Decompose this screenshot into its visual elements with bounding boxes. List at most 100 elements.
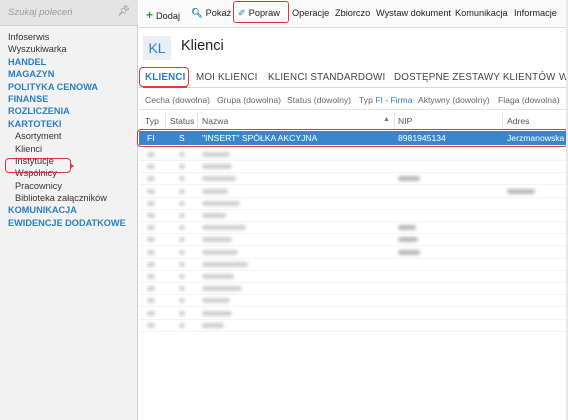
nav-item-kartoteki[interactable]: KARTOTEKI <box>8 118 136 130</box>
obscured-cell <box>147 310 155 316</box>
tab-klienci-standardowi[interactable]: KLIENCI STANDARDOWI <box>268 72 385 83</box>
table-row[interactable] <box>139 233 568 247</box>
obscured-cell <box>179 225 185 231</box>
toolbar: + Dodaj 🔍︎ Pokaż ✐ Popraw Operacje Zbiorczo… <box>139 0 568 28</box>
filter-cecha[interactable]: Cecha (dowolna) <box>145 95 210 105</box>
nav-item-polityka-cenowa[interactable]: POLITYKA CENOWA <box>8 81 136 93</box>
obscured-cell <box>179 152 185 157</box>
table-row[interactable] <box>139 197 568 210</box>
module-badge: KL <box>143 36 171 60</box>
table-row[interactable] <box>139 185 568 198</box>
nav-item-asortyment[interactable]: Asortyment <box>8 130 136 142</box>
nav-item-biblioteka-zalacznikow[interactable]: Biblioteka załączników <box>8 192 136 204</box>
nav-item-finanse[interactable]: FINANSE <box>8 93 136 105</box>
sidebar: Szukaj poleceń 📌︎ Infoserwis Wyszukiwark… <box>0 0 138 420</box>
filter-typ[interactable]: Typ FI - Firma <box>359 95 412 105</box>
communication-button[interactable]: Komunikacja <box>455 8 508 18</box>
table-row[interactable] <box>139 209 568 222</box>
nav-item-komunikacja[interactable]: KOMUNIKACJA <box>8 204 136 216</box>
obscured-cell <box>179 176 185 182</box>
row-highlight-callout <box>137 129 568 147</box>
obscured-cell <box>202 176 236 182</box>
table-row[interactable] <box>139 172 568 186</box>
obscured-cell <box>202 213 226 218</box>
obscured-cell <box>147 274 155 279</box>
nav-item-wspolnicy[interactable]: Wspólnicy <box>8 167 136 179</box>
nav-item-handel[interactable]: HANDEL <box>8 56 136 68</box>
nav-item-magazyn[interactable]: MAGAZYN <box>8 68 136 80</box>
nav-item-instytucje[interactable]: Instytucje <box>8 155 136 167</box>
sort-up-icon[interactable]: ▲ <box>383 116 390 123</box>
information-button[interactable]: Informacje <box>514 8 557 18</box>
grid-header: Typ Status Nazwa ▲ NIP Adres <box>139 113 568 130</box>
table-row[interactable] <box>139 258 568 271</box>
column-typ[interactable]: Typ <box>145 116 159 126</box>
column-nazwa[interactable]: Nazwa <box>202 116 228 126</box>
show-button[interactable]: 🔍︎ Pokaż <box>191 8 231 19</box>
tab-moi-klienci[interactable]: MOI KLIENCI <box>196 72 258 83</box>
nav-item-wyszukiwarka[interactable]: Wyszukiwarka <box>8 43 136 55</box>
obscured-cell <box>202 261 248 267</box>
issue-document-button[interactable]: Wystaw dokument <box>376 8 451 18</box>
filter-aktywny[interactable]: Aktywny (dowolny) <box>418 95 490 105</box>
table-row[interactable] <box>139 270 568 283</box>
add-label: Dodaj <box>156 11 181 21</box>
filter-status[interactable]: Status (dowolny) <box>287 95 351 105</box>
add-button[interactable]: + Dodaj <box>146 8 180 22</box>
table-row[interactable] <box>139 221 568 235</box>
obscured-cell <box>202 298 230 304</box>
batch-button[interactable]: Zbiorczo <box>335 8 370 18</box>
obscured-cell <box>179 213 185 218</box>
column-divider <box>394 113 395 130</box>
table-row[interactable] <box>139 160 568 174</box>
obscured-cell <box>147 286 155 292</box>
filter-bar: Cecha (dowolna) Grupa (dowolna) Status (… <box>139 90 568 110</box>
obscured-cell <box>147 200 155 206</box>
nav-item-klienci[interactable]: Klienci <box>8 143 136 155</box>
column-nip[interactable]: NIP <box>398 116 412 126</box>
command-search-input[interactable]: Szukaj poleceń 📌︎ <box>0 0 138 26</box>
table-row[interactable] <box>139 294 568 308</box>
table-row[interactable] <box>139 319 568 332</box>
nav-item-pracownicy[interactable]: Pracownicy <box>8 180 136 192</box>
filter-typ-value: FI - Firma <box>375 95 413 105</box>
table-row[interactable] <box>139 246 568 259</box>
nav-item-rozliczenia[interactable]: ROZLICZENIA <box>8 105 136 117</box>
filter-typ-label: Typ <box>359 95 373 105</box>
obscured-cell <box>147 261 155 267</box>
edit-button[interactable]: ✐ Popraw <box>238 8 280 19</box>
obscured-cell <box>179 237 185 243</box>
obscured-cell <box>202 274 234 279</box>
table-row[interactable] <box>139 307 568 320</box>
filter-grupa[interactable]: Grupa (dowolna) <box>217 95 281 105</box>
page-title: Klienci <box>181 38 224 54</box>
obscured-cell <box>179 164 185 170</box>
obscured-cell <box>202 237 232 243</box>
obscured-cell <box>179 274 185 279</box>
show-label: Pokaż <box>205 8 232 18</box>
table-row[interactable] <box>139 148 568 161</box>
nav-item-ewidencje-dodatkowe[interactable]: EWIDENCJE DODATKOWE <box>8 217 136 229</box>
obscured-cell <box>507 188 535 194</box>
obscured-cell <box>202 322 224 328</box>
table-row[interactable] <box>139 282 568 296</box>
column-divider <box>197 113 198 130</box>
obscured-cell <box>147 225 155 231</box>
obscured-cell <box>179 286 185 292</box>
filter-flaga[interactable]: Flaga (dowolna) <box>498 95 560 105</box>
obscured-cell <box>202 164 232 170</box>
column-divider <box>165 113 166 130</box>
nav-item-infoserwis[interactable]: Infoserwis <box>8 31 136 43</box>
operations-button[interactable]: Operacje <box>292 8 329 18</box>
obscured-cell <box>398 237 418 243</box>
plus-icon: + <box>146 8 154 22</box>
tab-bar: KLIENCI MOI KLIENCI KLIENCI STANDARDOWI … <box>139 67 568 88</box>
obscured-cell <box>179 298 185 304</box>
tab-dostepne-zestawy[interactable]: DOSTĘPNE ZESTAWY KLIENTÓW <box>394 72 556 83</box>
pin-icon[interactable]: 📌︎ <box>117 6 130 17</box>
obscured-cell <box>202 310 232 316</box>
obscured-cell <box>398 249 420 255</box>
obscured-cell <box>398 225 416 231</box>
column-adres[interactable]: Adres <box>507 116 529 126</box>
column-status[interactable]: Status <box>170 116 194 126</box>
